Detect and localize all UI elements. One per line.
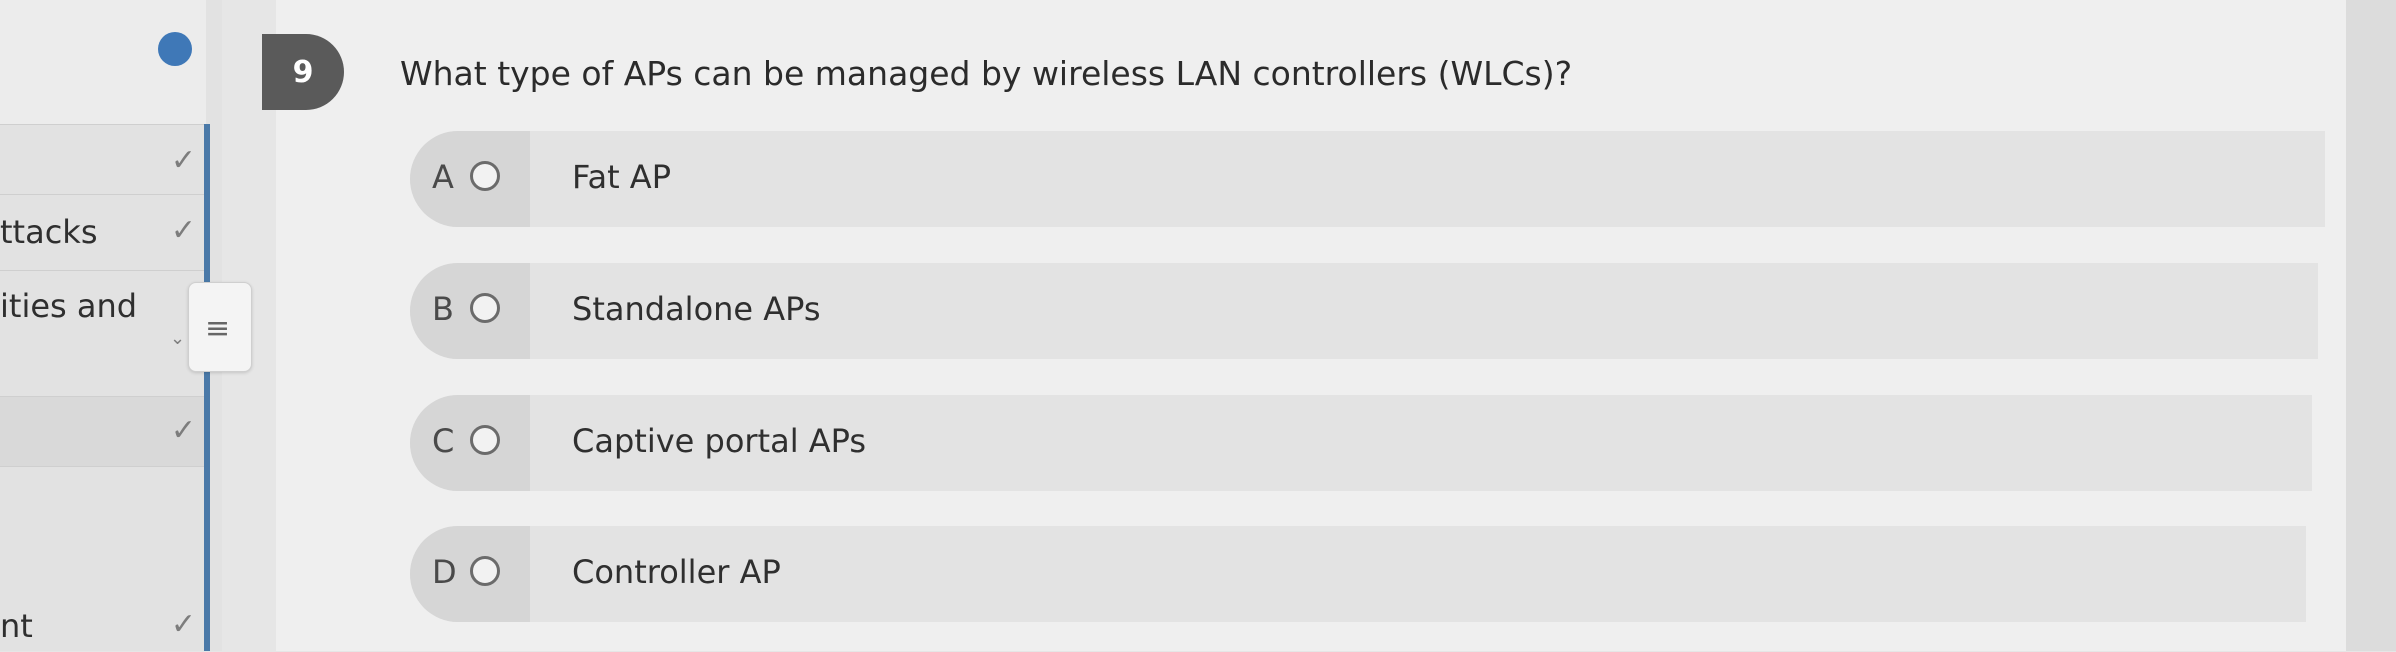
sidebar-item-label: nt xyxy=(0,607,33,645)
sidebar-list: ✓ ttacks ✓ ities and ✓ nt ✓ xyxy=(0,124,206,651)
question-number-badge: 9 xyxy=(262,34,344,110)
option-letter: C xyxy=(432,422,455,460)
sidebar-item-5[interactable]: nt ✓ xyxy=(0,466,206,652)
option-a[interactable]: A Fat AP xyxy=(410,131,2325,227)
option-letter: D xyxy=(432,553,457,591)
option-d[interactable]: D Controller AP xyxy=(410,526,2306,622)
sidebar-scroll-accent xyxy=(204,124,210,651)
checkmark-icon: ✓ xyxy=(170,143,196,178)
option-tab: A xyxy=(410,131,530,227)
sidebar-item-label: ities and xyxy=(0,287,138,325)
option-c[interactable]: C Captive portal APs xyxy=(410,395,2312,491)
radio-button[interactable] xyxy=(470,161,500,191)
radio-button[interactable] xyxy=(470,556,500,586)
checkmark-icon: ✓ xyxy=(170,213,196,248)
chevron-down-icon[interactable]: ⌄ xyxy=(170,328,185,349)
sidebar-toggle-button[interactable]: ≡ xyxy=(188,282,252,372)
checkmark-icon: ✓ xyxy=(170,413,196,448)
radio-button[interactable] xyxy=(470,293,500,323)
progress-indicator-icon xyxy=(158,32,192,66)
option-text: Fat AP xyxy=(572,158,671,196)
option-text: Captive portal APs xyxy=(572,422,867,460)
option-text: Controller AP xyxy=(572,553,781,591)
right-edge xyxy=(2346,0,2396,651)
option-tab: D xyxy=(410,526,530,622)
sidebar-item-attacks[interactable]: ttacks ✓ xyxy=(0,194,206,271)
sidebar-item-label: ttacks xyxy=(0,213,98,251)
option-tab: C xyxy=(410,395,530,491)
menu-icon: ≡ xyxy=(205,311,231,346)
option-letter: A xyxy=(432,158,454,196)
option-text: Standalone APs xyxy=(572,290,821,328)
radio-button[interactable] xyxy=(470,425,500,455)
option-letter: B xyxy=(432,290,454,328)
sidebar-header xyxy=(0,0,206,124)
sidebar-item-1[interactable]: ✓ xyxy=(0,124,206,195)
checkmark-icon: ✓ xyxy=(170,607,196,642)
question-text: What type of APs can be managed by wirel… xyxy=(400,54,1573,93)
sidebar-item-current[interactable]: ✓ xyxy=(0,396,206,467)
option-b[interactable]: B Standalone APs xyxy=(410,263,2318,359)
option-tab: B xyxy=(410,263,530,359)
